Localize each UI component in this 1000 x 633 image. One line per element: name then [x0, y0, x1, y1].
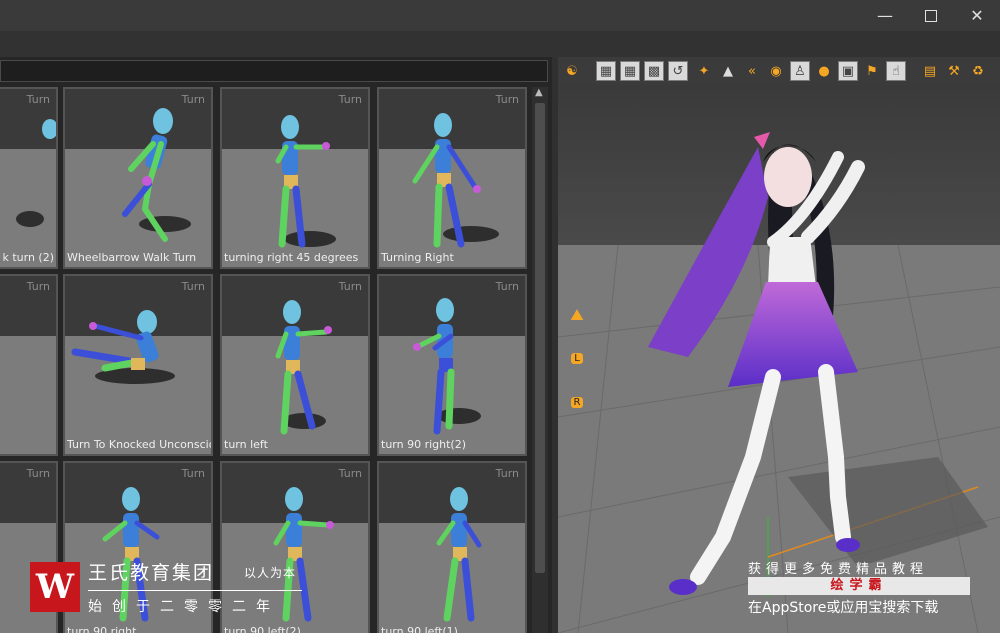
body-pose-icon[interactable]: ⛰ [565, 303, 589, 327]
skeleton-icon[interactable]: ☝ [886, 61, 906, 81]
scroll-up-icon[interactable]: ▲ [535, 87, 543, 98]
motion-label: turn 90 right [67, 625, 137, 633]
motion-thumbnail-grid: Turn k turn (2) Turn Wheelbarrow Walk Tu… [0, 87, 532, 633]
mirror-icon[interactable]: ▲ [718, 61, 738, 81]
viewport-toolbar: ☯ ▦ ▦ ▩ ↺ ✦ ▲ « ◉ ♙ ● ▣ ⚑ ☝ ▤ ⚒ ♻ [558, 57, 1000, 85]
screenshot-icon[interactable]: ▣ [838, 61, 858, 81]
checker-icon[interactable]: ▩ [644, 61, 664, 81]
motion-label: turning right 45 degrees [224, 251, 359, 264]
category-badge: Turn [338, 93, 362, 106]
camera-orbit-icon[interactable]: ↺ [668, 61, 688, 81]
motion-label: Turning Right [381, 251, 454, 264]
motion-label: k turn (2) [2, 251, 54, 264]
category-badge: Turn [181, 280, 205, 293]
close-button[interactable]: ✕ [954, 0, 1000, 31]
category-badge: Turn [26, 280, 50, 293]
motion-thumbnail[interactable]: Turn [0, 274, 58, 456]
promo-top-text: 获得更多免费精品教程 [748, 562, 929, 577]
motion-thumbnail[interactable]: Turn Turning Right [377, 87, 527, 269]
watermark-title: 王氏教育集团 [88, 562, 215, 584]
motion-label: Turn To Knocked Unconscious [67, 438, 213, 451]
category-badge: Turn [338, 467, 362, 480]
right-hand-icon[interactable]: R [565, 390, 589, 414]
recycle-icon[interactable]: ♻ [968, 61, 988, 81]
logo-letter: W [35, 567, 75, 607]
right-hand-label: R [570, 396, 584, 408]
motion-thumbnail[interactable]: Turn turn 90 right(2) [377, 274, 527, 456]
promo-bottom-text: 在AppStore或应用宝搜索下载 [748, 600, 939, 616]
menu-bar [0, 31, 1000, 57]
watermark-logo: W [30, 562, 80, 612]
motion-label: Wheelbarrow Walk Turn [67, 251, 197, 264]
grid-icon[interactable]: ▦ [596, 61, 616, 81]
maximize-button[interactable] [908, 0, 954, 31]
motion-icon[interactable]: ☯ [562, 61, 582, 81]
close-icon: ✕ [970, 6, 984, 25]
left-hand-label: L [571, 352, 583, 364]
category-badge: Turn [181, 93, 205, 106]
motion-thumbnail[interactable]: Turn turning right 45 degrees [220, 87, 370, 269]
flag-icon[interactable]: ⚑ [862, 61, 882, 81]
category-badge: Turn [495, 280, 519, 293]
clapper-icon[interactable]: ▤ [920, 61, 940, 81]
motion-thumbnail[interactable]: Turn turn left [220, 274, 370, 456]
scroll-thumb[interactable] [535, 103, 545, 573]
motion-label: turn 90 left(1) [381, 625, 458, 633]
motion-thumbnail[interactable]: Turn turn 90 left(1) [377, 461, 527, 633]
watermark-divider [88, 590, 302, 591]
motion-thumbnail[interactable]: Turn k turn (2) [0, 87, 58, 269]
3d-viewport[interactable] [558, 57, 1000, 633]
category-badge: Turn [26, 93, 50, 106]
minimize-button[interactable]: — [862, 0, 908, 31]
tools-icon[interactable]: ⚒ [944, 61, 964, 81]
category-badge: Turn [181, 467, 205, 480]
motion-label: turn 90 right(2) [381, 438, 467, 451]
motion-label: turn left [224, 438, 268, 451]
left-hand-icon[interactable]: L [565, 346, 589, 370]
library-search-input[interactable] [0, 60, 548, 82]
gizmo-icon[interactable]: ✦ [694, 61, 714, 81]
motion-thumbnail[interactable]: Turn Wheelbarrow Walk Turn [63, 87, 213, 269]
rewind-icon[interactable]: « [742, 61, 762, 81]
motion-thumbnail[interactable]: Turn Turn To Knocked Unconscious [63, 274, 213, 456]
pose-icon[interactable]: ♙ [790, 61, 810, 81]
category-badge: Turn [495, 467, 519, 480]
motion-label: turn 90 left(2) [224, 625, 301, 633]
floor-icon[interactable]: ◉ [766, 61, 786, 81]
title-bar: — ✕ [0, 0, 1000, 31]
category-badge: Turn [26, 467, 50, 480]
watermark-motto: 始创于二零零二年 [88, 599, 280, 615]
category-badge: Turn [338, 280, 362, 293]
grid-fine-icon[interactable]: ▦ [620, 61, 640, 81]
category-badge: Turn [495, 93, 519, 106]
sphere-icon[interactable]: ● [814, 61, 834, 81]
minimize-icon: — [877, 6, 893, 25]
maximize-icon [925, 9, 937, 22]
promo-brand: 绘学霸 [748, 577, 970, 595]
watermark-subtitle: 以人为本 [244, 566, 297, 580]
